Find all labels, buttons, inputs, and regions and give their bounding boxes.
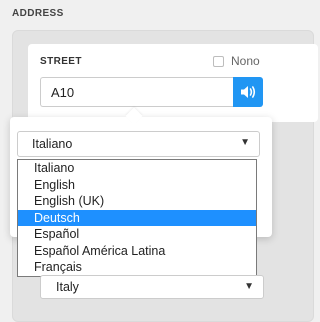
language-option[interactable]: Français [18, 259, 256, 276]
none-checkbox[interactable] [213, 56, 224, 67]
address-section-title: ADDRESS [12, 8, 64, 19]
language-select-value: Italiano [32, 137, 73, 151]
chevron-down-icon: ▼ [244, 281, 254, 292]
country-select[interactable]: Italy ▼ [40, 275, 264, 299]
street-label: STREET [40, 56, 82, 67]
text-to-speech-button[interactable] [233, 77, 263, 107]
speaker-icon [241, 86, 256, 98]
language-select[interactable]: Italiano ▼ [17, 131, 260, 157]
none-checkbox-label[interactable]: Nono [231, 54, 260, 68]
language-option[interactable]: English [18, 177, 256, 194]
language-option[interactable]: Italiano [18, 160, 256, 177]
language-option-selected[interactable]: Deutsch [18, 209, 256, 226]
chevron-down-icon: ▼ [240, 137, 250, 148]
country-select-value: Italy [56, 280, 79, 294]
language-option[interactable]: Español [18, 226, 256, 243]
language-option[interactable]: English (UK) [18, 193, 256, 210]
language-options-list: Italiano English English (UK) Deutsch Es… [17, 159, 257, 277]
street-input[interactable] [40, 77, 233, 107]
language-option[interactable]: Español América Latina [18, 243, 256, 260]
